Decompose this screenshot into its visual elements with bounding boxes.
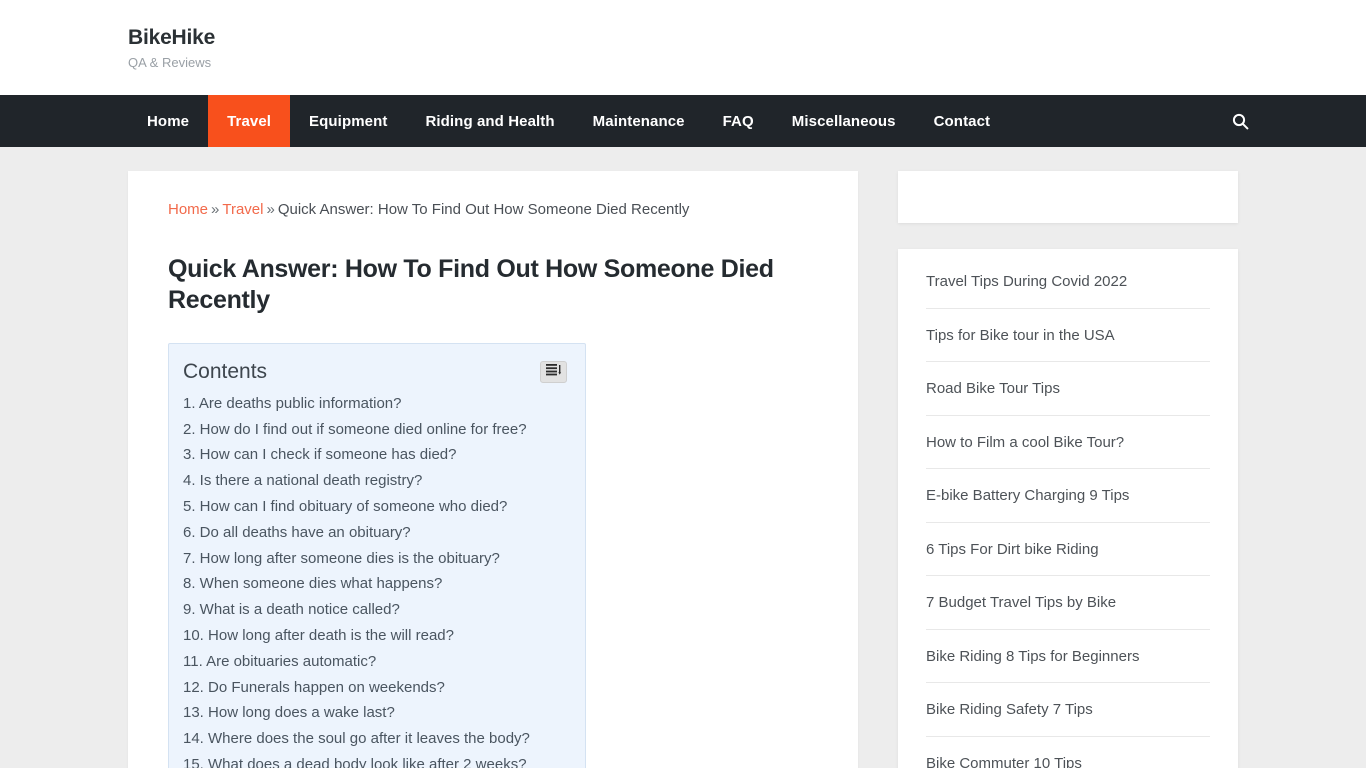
toc-item[interactable]: 8. When someone dies what happens? bbox=[183, 571, 567, 597]
toc-item[interactable]: 10. How long after death is the will rea… bbox=[183, 623, 567, 649]
breadcrumb-separator-2: » bbox=[266, 201, 275, 218]
toc-item[interactable]: 3. How can I check if someone has died? bbox=[183, 442, 567, 468]
sidebar-link[interactable]: Bike Riding Safety 7 Tips bbox=[926, 683, 1210, 737]
sidebar-widget-empty bbox=[898, 171, 1238, 223]
nav-item-contact[interactable]: Contact bbox=[915, 95, 1010, 147]
site-title[interactable]: BikeHike bbox=[128, 25, 1366, 50]
nav-item-maintenance[interactable]: Maintenance bbox=[574, 95, 704, 147]
toc-item[interactable]: 5. How can I find obituary of someone wh… bbox=[183, 494, 567, 520]
search-icon bbox=[1232, 113, 1249, 130]
search-toggle-button[interactable] bbox=[1220, 95, 1260, 147]
toc-item[interactable]: 11. Are obituaries automatic? bbox=[183, 649, 567, 675]
toc-toggle-button[interactable] bbox=[540, 360, 567, 383]
sidebar-link[interactable]: 6 Tips For Dirt bike Riding bbox=[926, 523, 1210, 576]
toc-item[interactable]: 4. Is there a national death registry? bbox=[183, 468, 567, 494]
sidebar-link[interactable]: Travel Tips During Covid 2022 bbox=[926, 255, 1210, 309]
toc-item[interactable]: 7. How long after someone dies is the ob… bbox=[183, 546, 567, 572]
page-title: Quick Answer: How To Find Out How Someon… bbox=[168, 255, 774, 315]
toc-item[interactable]: 2. How do I find out if someone died onl… bbox=[183, 417, 567, 443]
toc-item[interactable]: 14. Where does the soul go after it leav… bbox=[183, 726, 567, 752]
sidebar-link[interactable]: 7 Budget Travel Tips by Bike bbox=[926, 576, 1210, 630]
list-toggle-icon bbox=[545, 363, 562, 381]
main-navigation: Home Travel Equipment Riding and Health … bbox=[0, 95, 1366, 147]
toc-item[interactable]: 1. Are deaths public information? bbox=[183, 391, 567, 417]
nav-item-home[interactable]: Home bbox=[128, 95, 208, 147]
breadcrumb-home-link[interactable]: Home bbox=[168, 201, 208, 218]
toc-list: 1. Are deaths public information? 2. How… bbox=[183, 391, 567, 768]
sidebar-link[interactable]: Bike Riding 8 Tips for Beginners bbox=[926, 630, 1210, 683]
sidebar-link[interactable]: Road Bike Tour Tips bbox=[926, 362, 1210, 416]
toc-heading: Contents bbox=[183, 359, 268, 383]
content-card: Home» Travel» Quick Answer: How To Find Ou… bbox=[128, 171, 858, 768]
sidebar-link[interactable]: E-bike Battery Charging 9 Tips bbox=[926, 469, 1210, 523]
breadcrumb-separator-1: » bbox=[211, 201, 220, 218]
sidebar-link[interactable]: Tips for Bike tour in the USA bbox=[926, 309, 1210, 362]
sidebar-link[interactable]: How to Film a cool Bike Tour? bbox=[926, 416, 1210, 469]
sidebar: Travel Tips During Covid 2022 Tips for B… bbox=[898, 171, 1238, 768]
toc-item[interactable]: 15. What does a dead body look like afte… bbox=[183, 752, 567, 768]
nav-item-travel[interactable]: Travel bbox=[208, 95, 291, 147]
toc-item[interactable]: 6. Do all deaths have an obituary? bbox=[183, 520, 567, 546]
toc-item[interactable]: 13. How long does a wake last? bbox=[183, 700, 567, 726]
toc-header: Contents bbox=[183, 358, 567, 385]
nav-item-miscellaneous[interactable]: Miscellaneous bbox=[773, 95, 915, 147]
toc-item[interactable]: 9. What is a death notice called? bbox=[183, 597, 567, 623]
site-header: BikeHike QA & Reviews bbox=[0, 0, 1366, 95]
nav-list: Home Travel Equipment Riding and Health … bbox=[128, 95, 1009, 147]
toc-item[interactable]: 12. Do Funerals happen on weekends? bbox=[183, 675, 567, 701]
sidebar-widget-recent-posts: Travel Tips During Covid 2022 Tips for B… bbox=[898, 249, 1238, 768]
breadcrumb-current: Quick Answer: How To Find Out How Someon… bbox=[277, 201, 690, 218]
sidebar-link[interactable]: Bike Commuter 10 Tips bbox=[926, 737, 1210, 768]
nav-item-equipment[interactable]: Equipment bbox=[290, 95, 406, 147]
nav-item-riding-and-health[interactable]: Riding and Health bbox=[406, 95, 573, 147]
site-tagline: QA & Reviews bbox=[128, 54, 212, 70]
page-layout: Home» Travel» Quick Answer: How To Find Ou… bbox=[0, 147, 1366, 768]
nav-item-faq[interactable]: FAQ bbox=[704, 95, 773, 147]
table-of-contents: Contents 1. Are deaths public informatio… bbox=[168, 342, 586, 768]
breadcrumb-travel-link[interactable]: Travel bbox=[222, 201, 263, 218]
breadcrumb: Home» Travel» Quick Answer: How To Find Ou… bbox=[168, 199, 818, 220]
